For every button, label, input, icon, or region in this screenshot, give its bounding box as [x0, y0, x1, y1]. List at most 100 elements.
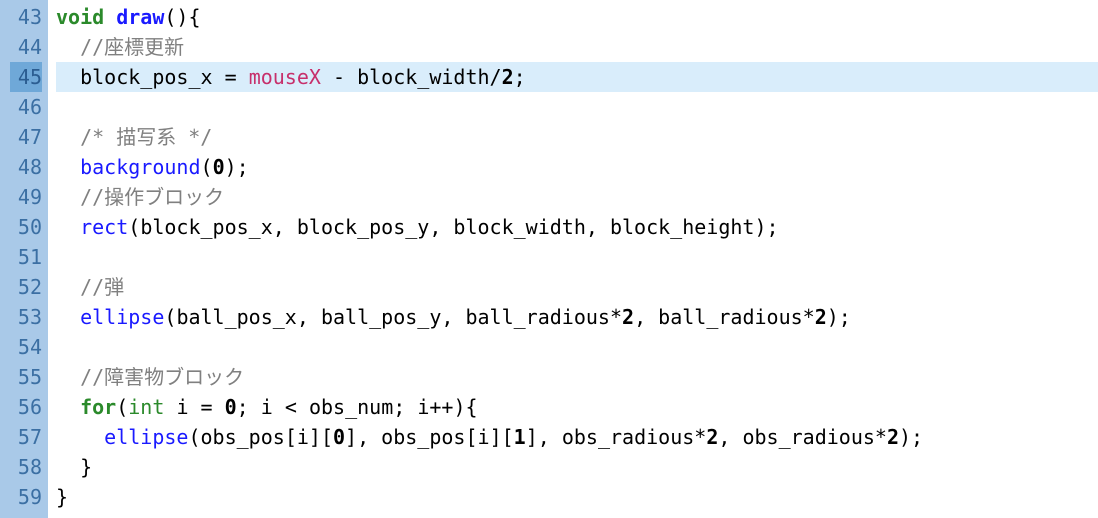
code-line[interactable]: [56, 92, 1098, 122]
token-number: 1: [514, 425, 526, 449]
token-punct: ++){: [429, 395, 477, 419]
token-punct: ,: [718, 425, 742, 449]
code-line[interactable]: //操作ブロック: [56, 182, 1098, 212]
line-number: 53: [10, 302, 42, 332]
code-line[interactable]: //障害物ブロック: [56, 362, 1098, 392]
line-number: 46: [10, 92, 42, 122]
token-ident: i: [176, 395, 188, 419]
space: [297, 395, 309, 419]
token-func: background: [80, 155, 200, 179]
token-funcdef: draw: [116, 5, 164, 29]
token-punct: -: [333, 65, 345, 89]
line-number: 43: [10, 2, 42, 32]
token-punct: ,: [441, 305, 465, 329]
token-punct: (: [188, 425, 200, 449]
indent: [56, 215, 80, 239]
line-number: 52: [10, 272, 42, 302]
space: [188, 395, 200, 419]
indent: [56, 365, 80, 389]
code-line[interactable]: //座標更新: [56, 32, 1098, 62]
indent: [56, 185, 80, 209]
token-comment: //障害物ブロック: [80, 365, 244, 389]
line-number: 50: [10, 212, 42, 242]
code-line[interactable]: rect(block_pos_x, block_pos_y, block_wid…: [56, 212, 1098, 242]
line-number: 55: [10, 362, 42, 392]
token-ident: block_height: [610, 215, 755, 239]
line-number: 47: [10, 122, 42, 152]
token-builtin: mouseX: [249, 65, 321, 89]
code-line[interactable]: ellipse(ball_pos_x, ball_pos_y, ball_rad…: [56, 302, 1098, 332]
space: [273, 395, 285, 419]
token-punct: ;: [393, 395, 417, 419]
code-line[interactable]: }: [56, 452, 1098, 482]
token-ident: block_width: [453, 215, 585, 239]
token-punct: (){: [164, 5, 200, 29]
token-comment: //弾: [80, 275, 124, 299]
line-number: 49: [10, 182, 42, 212]
token-punct: (: [201, 155, 213, 179]
token-punct: <: [285, 395, 297, 419]
token-comment: /* 描写系 */: [80, 125, 212, 149]
token-ident: obs_radious: [742, 425, 874, 449]
space: [213, 65, 225, 89]
token-punct: );: [754, 215, 778, 239]
code-line[interactable]: background(0);: [56, 152, 1098, 182]
space: [237, 65, 249, 89]
code-line[interactable]: block_pos_x = mouseX - block_width/2;: [56, 62, 1098, 92]
token-ident: obs_num: [309, 395, 393, 419]
code-line[interactable]: /* 描写系 */: [56, 122, 1098, 152]
token-punct: );: [899, 425, 923, 449]
token-number: 2: [706, 425, 718, 449]
line-number: 48: [10, 152, 42, 182]
indent: [56, 395, 80, 419]
token-punct: (: [116, 395, 128, 419]
token-keyword: for: [80, 395, 116, 419]
indent: [56, 125, 80, 149]
token-punct: /: [490, 65, 502, 89]
token-punct: (: [164, 305, 176, 329]
code-line[interactable]: }: [56, 482, 1098, 512]
token-type: int: [128, 395, 164, 419]
token-punct: [: [465, 425, 477, 449]
line-number: 58: [10, 452, 42, 482]
token-number: 2: [887, 425, 899, 449]
token-ident: i: [261, 395, 273, 419]
token-punct: ,: [273, 215, 297, 239]
token-punct: ][: [309, 425, 333, 449]
space: [321, 65, 333, 89]
token-punct: ],: [526, 425, 562, 449]
code-line[interactable]: ellipse(obs_pos[i][0], obs_pos[i][1], ob…: [56, 422, 1098, 452]
token-punct: );: [827, 305, 851, 329]
token-func: ellipse: [104, 425, 188, 449]
code-line[interactable]: [56, 332, 1098, 362]
line-number: 54: [10, 332, 42, 362]
space: [164, 395, 176, 419]
indent: [56, 425, 104, 449]
token-number: 0: [225, 395, 237, 419]
token-ident: ball_pos_x: [176, 305, 296, 329]
code-line[interactable]: for(int i = 0; i < obs_num; i++){: [56, 392, 1098, 422]
token-punct: *: [694, 425, 706, 449]
token-ident: i: [297, 425, 309, 449]
token-ident: ball_radious: [465, 305, 610, 329]
token-punct: }: [56, 485, 68, 509]
token-punct: *: [610, 305, 622, 329]
space: [345, 65, 357, 89]
token-ident: i: [478, 425, 490, 449]
code-line[interactable]: void draw(){: [56, 2, 1098, 32]
token-punct: ;: [514, 65, 526, 89]
token-punct: ,: [297, 305, 321, 329]
token-ident: block_pos_x: [140, 215, 272, 239]
token-number: 0: [213, 155, 225, 179]
token-punct: }: [80, 455, 92, 479]
code-line[interactable]: [56, 242, 1098, 272]
token-punct: =: [225, 65, 237, 89]
code-area[interactable]: void draw(){ //座標更新 block_pos_x = mouseX…: [48, 0, 1098, 518]
token-ident: ball_radious: [658, 305, 803, 329]
code-line[interactable]: //弾: [56, 272, 1098, 302]
token-number: 2: [815, 305, 827, 329]
code-editor[interactable]: 4344454647484950515253545556575859 void …: [0, 0, 1098, 518]
indent: [56, 305, 80, 329]
line-number: 57: [10, 422, 42, 452]
token-keyword: void: [56, 5, 104, 29]
